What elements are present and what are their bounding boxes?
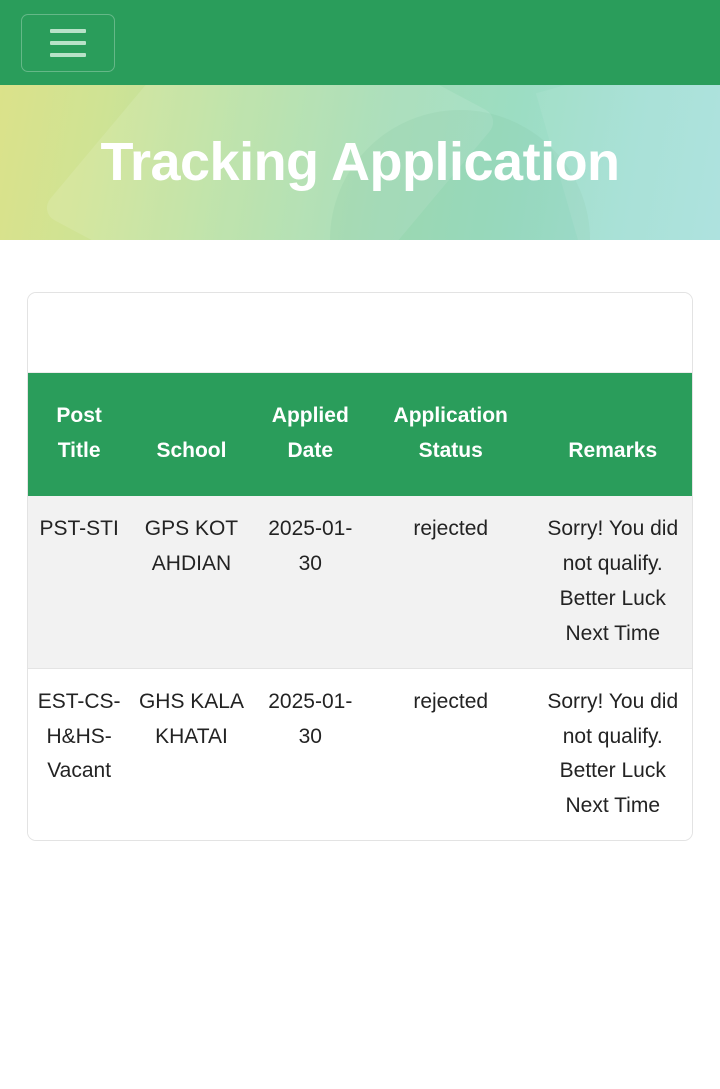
cell-remarks: Sorry! You did not qualify. Better Luck … (547, 517, 679, 645)
applications-card: Post Title School Applied Date Applicati… (27, 292, 693, 842)
cell-remarks: Sorry! You did not qualify. Better Luck … (533, 667, 692, 841)
cell-application-status: rejected (413, 517, 489, 541)
applications-table: Post Title School Applied Date Applicati… (28, 373, 692, 841)
hamburger-menu-icon-bar-2 (50, 40, 86, 45)
table-head: Post Title School Applied Date Applicati… (28, 373, 692, 497)
card-header-area (28, 293, 692, 373)
column-header-applied-date: Applied Date (271, 404, 349, 462)
page-title: Tracking Application (100, 131, 620, 192)
table-row[interactable]: PST-STI GPS KOT AHDIAN 2025-01-30 reject… (28, 496, 692, 669)
hamburger-menu-icon-bar-1 (50, 28, 86, 33)
top-navbar (0, 0, 720, 85)
table-body: PST-STI GPS KOT AHDIAN 2025-01-30 reject… (28, 496, 692, 841)
page-hero-banner: Tracking Application (0, 85, 720, 240)
main-content: Post Title School Applied Date Applicati… (0, 240, 720, 842)
cell-application-status: rejected (367, 667, 534, 841)
cell-post-title: PST-STI (39, 517, 119, 541)
table-row[interactable]: EST-CS-H&HS-Vacant GHS KALA KHATAI 2025-… (28, 667, 692, 841)
column-header-post-title: Post Title (56, 404, 102, 462)
column-header-remarks: Remarks (568, 438, 658, 462)
cell-post-title: EST-CS-H&HS-Vacant (28, 667, 131, 841)
column-header-school: School (156, 438, 227, 462)
cell-school: GPS KOT AHDIAN (144, 517, 239, 576)
column-header-application-status: Application Status (393, 404, 508, 462)
hamburger-menu-button[interactable] (21, 13, 115, 72)
hamburger-menu-icon-bar-3 (50, 52, 86, 57)
cell-school: GHS KALA KHATAI (130, 667, 253, 841)
table-header-row: Post Title School Applied Date Applicati… (28, 373, 692, 497)
cell-applied-date: 2025-01-30 (252, 667, 368, 841)
cell-applied-date: 2025-01-30 (268, 517, 353, 576)
